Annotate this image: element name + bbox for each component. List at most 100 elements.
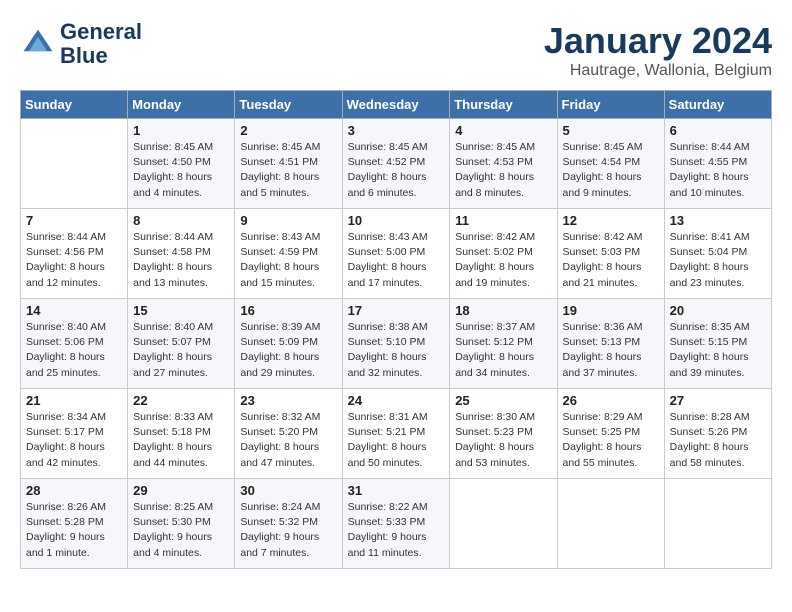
calendar-cell: 2 Sunrise: 8:45 AMSunset: 4:51 PMDaylight… [235,119,342,209]
weekday-header-wednesday: Wednesday [342,91,450,119]
day-number: 29 [133,483,229,498]
day-info: Sunrise: 8:45 AMSunset: 4:53 PMDaylight:… [455,140,551,201]
day-number: 7 [26,213,122,228]
day-info: Sunrise: 8:44 AMSunset: 4:58 PMDaylight:… [133,230,229,291]
calendar-cell: 9Sunrise: 8:43 AMSunset: 4:59 PMDaylight… [235,209,342,299]
day-info: Sunrise: 8:35 AMSunset: 5:15 PMDaylight:… [670,320,766,381]
calendar-cell: 13 Sunrise: 8:41 AMSunset: 5:04 PMDayligh… [664,209,771,299]
day-info: Sunrise: 8:44 AMSunset: 4:56 PMDaylight:… [26,230,122,291]
day-number: 18 [455,303,551,318]
day-info: Sunrise: 8:45 AMSunset: 4:50 PMDaylight:… [133,140,229,201]
calendar-cell [450,479,557,569]
day-number: 21 [26,393,122,408]
calendar-cell: 26 Sunrise: 8:29 AMSunset: 5:25 PMDayligh… [557,389,664,479]
calendar-cell: 23 Sunrise: 8:32 AMSunset: 5:20 PMDayligh… [235,389,342,479]
day-number: 28 [26,483,122,498]
day-info: Sunrise: 8:45 AMSunset: 4:52 PMDaylight:… [348,140,445,201]
day-number: 12 [563,213,659,228]
day-info: Sunrise: 8:29 AMSunset: 5:25 PMDaylight:… [563,410,659,471]
day-number: 20 [670,303,766,318]
calendar-cell: 21 Sunrise: 8:34 AMSunset: 5:17 PMDayligh… [21,389,128,479]
day-info: Sunrise: 8:34 AMSunset: 5:17 PMDaylight:… [26,410,122,471]
calendar-cell: 5 Sunrise: 8:45 AMSunset: 4:54 PMDaylight… [557,119,664,209]
day-number: 5 [563,123,659,138]
calendar-week-row: 1 Sunrise: 8:45 AMSunset: 4:50 PMDaylight… [21,119,772,209]
day-info: Sunrise: 8:42 AMSunset: 5:02 PMDaylight:… [455,230,551,291]
day-number: 19 [563,303,659,318]
day-number: 24 [348,393,445,408]
calendar-cell: 20 Sunrise: 8:35 AMSunset: 5:15 PMDayligh… [664,299,771,389]
logo: General Blue [20,20,142,68]
calendar-week-row: 7 Sunrise: 8:44 AMSunset: 4:56 PMDaylight… [21,209,772,299]
day-number: 22 [133,393,229,408]
day-number: 15 [133,303,229,318]
calendar-cell: 11 Sunrise: 8:42 AMSunset: 5:02 PMDayligh… [450,209,557,299]
day-info: Sunrise: 8:41 AMSunset: 5:04 PMDaylight:… [670,230,766,291]
day-info: Sunrise: 8:32 AMSunset: 5:20 PMDaylight:… [240,410,336,471]
calendar-cell: 1 Sunrise: 8:45 AMSunset: 4:50 PMDaylight… [128,119,235,209]
day-info: Sunrise: 8:40 AMSunset: 5:07 PMDaylight:… [133,320,229,381]
weekday-header-row: SundayMondayTuesdayWednesdayThursdayFrid… [21,91,772,119]
weekday-header-sunday: Sunday [21,91,128,119]
calendar-cell: 27Sunrise: 8:28 AMSunset: 5:26 PMDayligh… [664,389,771,479]
day-number: 17 [348,303,445,318]
calendar-cell [557,479,664,569]
day-number: 10 [348,213,445,228]
day-info: Sunrise: 8:31 AMSunset: 5:21 PMDaylight:… [348,410,445,471]
day-info: Sunrise: 8:24 AMSunset: 5:32 PMDaylight:… [240,500,336,561]
day-number: 4 [455,123,551,138]
calendar-cell: 8Sunrise: 8:44 AMSunset: 4:58 PMDaylight… [128,209,235,299]
day-info: Sunrise: 8:37 AMSunset: 5:12 PMDaylight:… [455,320,551,381]
weekday-header-saturday: Saturday [664,91,771,119]
calendar-cell: 14 Sunrise: 8:40 AMSunset: 5:06 PMDayligh… [21,299,128,389]
calendar-cell: 19Sunrise: 8:36 AMSunset: 5:13 PMDayligh… [557,299,664,389]
day-number: 2 [240,123,336,138]
day-number: 1 [133,123,229,138]
calendar-week-row: 14 Sunrise: 8:40 AMSunset: 5:06 PMDayligh… [21,299,772,389]
day-number: 6 [670,123,766,138]
calendar-week-row: 28Sunrise: 8:26 AMSunset: 5:28 PMDayligh… [21,479,772,569]
calendar-cell: 15 Sunrise: 8:40 AMSunset: 5:07 PMDayligh… [128,299,235,389]
title-block: January 2024 Hautrage, Wallonia, Belgium [544,20,772,80]
day-number: 30 [240,483,336,498]
calendar-cell [664,479,771,569]
day-info: Sunrise: 8:42 AMSunset: 5:03 PMDaylight:… [563,230,659,291]
calendar-cell: 18 Sunrise: 8:37 AMSunset: 5:12 PMDayligh… [450,299,557,389]
day-info: Sunrise: 8:22 AMSunset: 5:33 PMDaylight:… [348,500,445,561]
day-info: Sunrise: 8:25 AMSunset: 5:30 PMDaylight:… [133,500,229,561]
day-number: 3 [348,123,445,138]
weekday-header-tuesday: Tuesday [235,91,342,119]
calendar-cell: 12 Sunrise: 8:42 AMSunset: 5:03 PMDayligh… [557,209,664,299]
location: Hautrage, Wallonia, Belgium [544,62,772,80]
day-number: 9 [240,213,336,228]
day-number: 31 [348,483,445,498]
weekday-header-monday: Monday [128,91,235,119]
day-number: 16 [240,303,336,318]
day-number: 11 [455,213,551,228]
month-title: January 2024 [544,20,772,62]
day-number: 23 [240,393,336,408]
calendar-table: SundayMondayTuesdayWednesdayThursdayFrid… [20,90,772,569]
calendar-cell: 17 Sunrise: 8:38 AMSunset: 5:10 PMDayligh… [342,299,450,389]
calendar-cell: 3 Sunrise: 8:45 AMSunset: 4:52 PMDaylight… [342,119,450,209]
day-info: Sunrise: 8:33 AMSunset: 5:18 PMDaylight:… [133,410,229,471]
calendar-cell: 24 Sunrise: 8:31 AMSunset: 5:21 PMDayligh… [342,389,450,479]
calendar-cell: 29 Sunrise: 8:25 AMSunset: 5:30 PMDayligh… [128,479,235,569]
day-info: Sunrise: 8:40 AMSunset: 5:06 PMDaylight:… [26,320,122,381]
day-number: 26 [563,393,659,408]
day-info: Sunrise: 8:45 AMSunset: 4:54 PMDaylight:… [563,140,659,201]
calendar-cell [21,119,128,209]
day-number: 25 [455,393,551,408]
calendar-cell: 30 Sunrise: 8:24 AMSunset: 5:32 PMDayligh… [235,479,342,569]
day-info: Sunrise: 8:38 AMSunset: 5:10 PMDaylight:… [348,320,445,381]
calendar-week-row: 21 Sunrise: 8:34 AMSunset: 5:17 PMDayligh… [21,389,772,479]
weekday-header-thursday: Thursday [450,91,557,119]
calendar-cell: 4 Sunrise: 8:45 AMSunset: 4:53 PMDaylight… [450,119,557,209]
day-number: 14 [26,303,122,318]
day-info: Sunrise: 8:44 AMSunset: 4:55 PMDaylight:… [670,140,766,201]
day-number: 13 [670,213,766,228]
calendar-cell: 25Sunrise: 8:30 AMSunset: 5:23 PMDayligh… [450,389,557,479]
logo-icon [20,26,56,62]
day-info: Sunrise: 8:45 AMSunset: 4:51 PMDaylight:… [240,140,336,201]
day-info: Sunrise: 8:28 AMSunset: 5:26 PMDaylight:… [670,410,766,471]
